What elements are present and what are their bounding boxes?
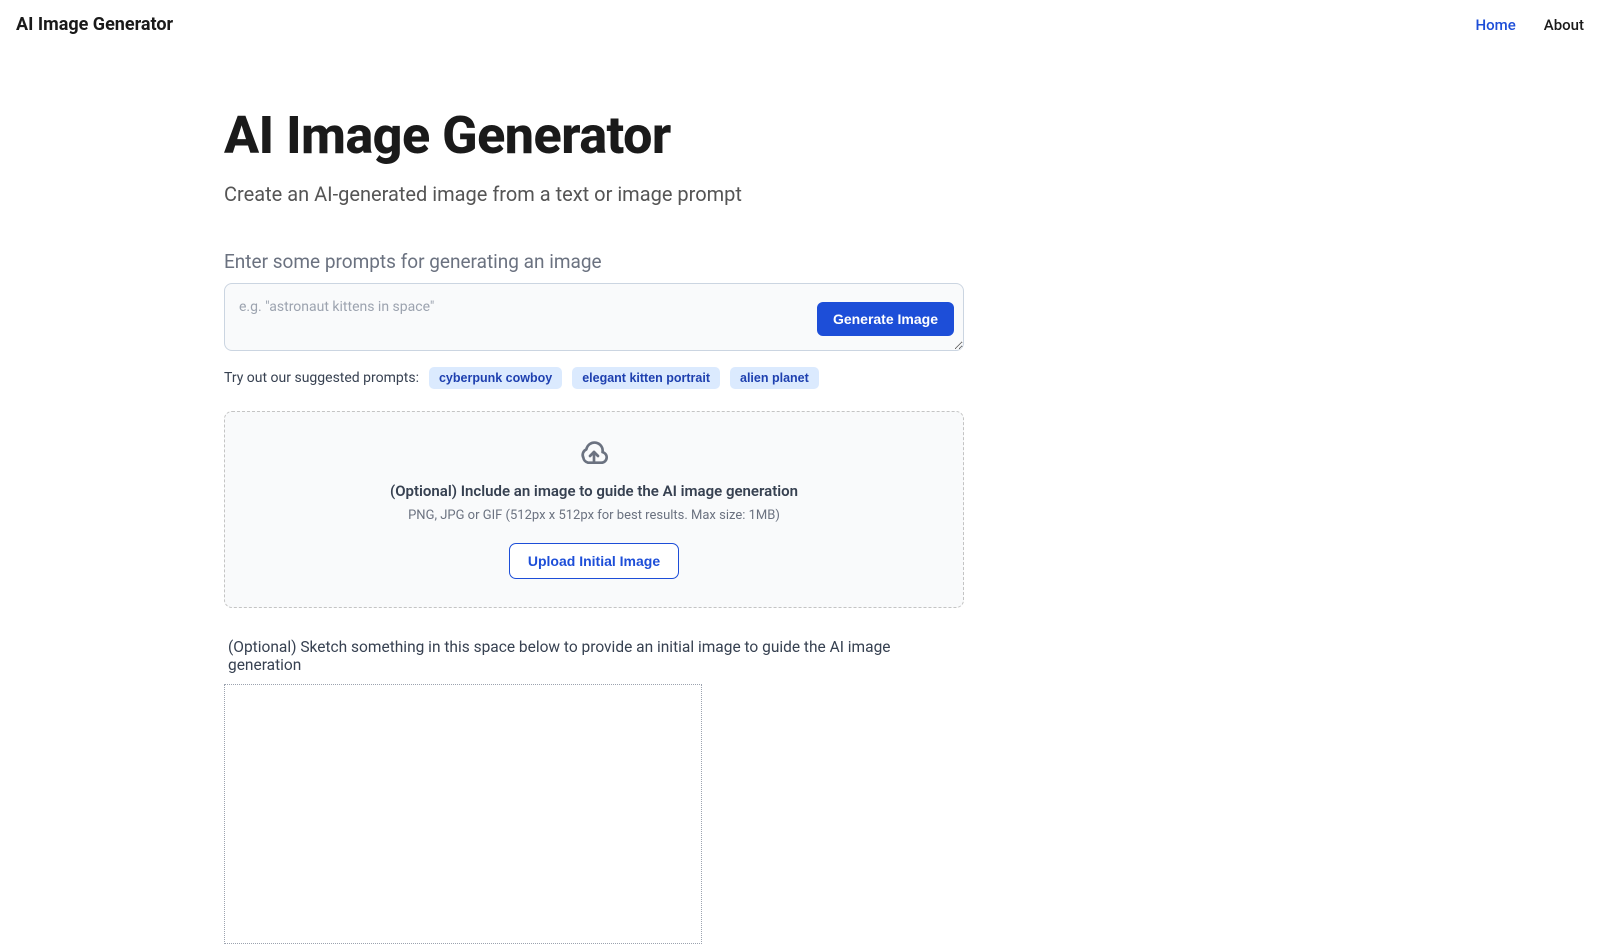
suggested-chip-cyberpunk-cowboy[interactable]: cyberpunk cowboy bbox=[429, 367, 562, 389]
suggested-prompts-row: Try out our suggested prompts: cyberpunk… bbox=[224, 367, 964, 389]
main-container: AI Image Generator Create an AI-generate… bbox=[204, 105, 984, 944]
prompt-input-wrap: Generate Image bbox=[224, 283, 964, 355]
sketch-label: (Optional) Sketch something in this spac… bbox=[228, 638, 964, 674]
nav-about-link[interactable]: About bbox=[1544, 16, 1584, 34]
upload-hint: PNG, JPG or GIF (512px x 512px for best … bbox=[245, 508, 943, 523]
sketch-canvas[interactable] bbox=[224, 684, 702, 944]
prompt-label: Enter some prompts for generating an ima… bbox=[224, 250, 964, 273]
suggested-prompts-label: Try out our suggested prompts: bbox=[224, 370, 419, 386]
brand-title: AI Image Generator bbox=[16, 14, 173, 35]
top-nav: Home About bbox=[1476, 16, 1585, 34]
nav-home-link[interactable]: Home bbox=[1476, 16, 1516, 34]
header: AI Image Generator Home About bbox=[0, 0, 1600, 49]
upload-initial-image-button[interactable]: Upload Initial Image bbox=[509, 543, 679, 579]
generate-image-button[interactable]: Generate Image bbox=[817, 302, 954, 336]
suggested-chip-alien-planet[interactable]: alien planet bbox=[730, 367, 819, 389]
upload-dropzone[interactable]: (Optional) Include an image to guide the… bbox=[224, 411, 964, 608]
page-title: AI Image Generator bbox=[224, 105, 964, 166]
cloud-upload-icon bbox=[245, 436, 943, 468]
suggested-chip-elegant-kitten-portrait[interactable]: elegant kitten portrait bbox=[572, 367, 720, 389]
upload-title: (Optional) Include an image to guide the… bbox=[245, 482, 943, 500]
page-subtitle: Create an AI-generated image from a text… bbox=[224, 182, 964, 206]
